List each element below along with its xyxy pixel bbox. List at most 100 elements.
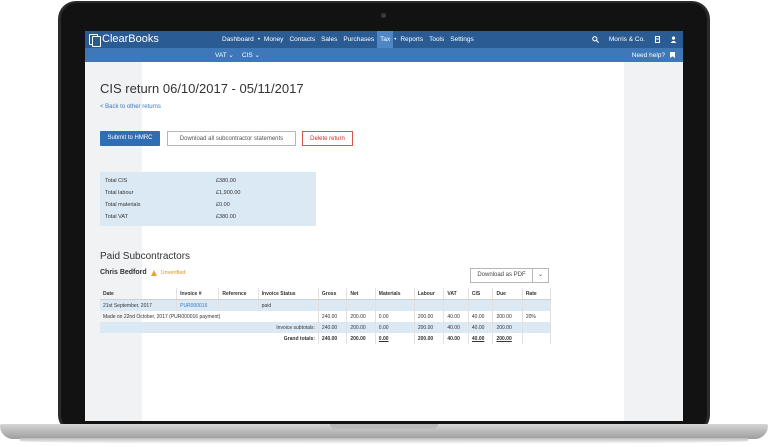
table-row: Invoice subtotals: 240.00 200.00 0.00 20… [100, 322, 552, 333]
top-nav-bar: ClearBooks Dashboard • Money Contacts Sa… [85, 31, 683, 48]
cis-cell: 40.00 [468, 311, 494, 322]
download-pdf-button[interactable]: Download as PDF ⌄ [470, 268, 549, 283]
table-cell [522, 333, 552, 344]
table-cell [522, 322, 552, 333]
table-cell [318, 299, 348, 311]
invoice-link[interactable]: PUR000016 [176, 299, 220, 311]
section-title: Paid Subcontractors [100, 251, 191, 262]
net-cell: 200.00 [346, 333, 376, 344]
nav-tax[interactable]: Tax [377, 31, 394, 48]
materials-cell: 0.00 [375, 333, 415, 344]
column-header: Due [492, 288, 523, 300]
document-icon[interactable] [655, 36, 660, 43]
sub-nav-bar: VAT ⌄ CIS ⌄ Need help? [85, 48, 683, 62]
content-panel [142, 62, 624, 421]
nav-tools[interactable]: Tools [426, 31, 447, 48]
summary-label: Total VAT [105, 214, 129, 220]
gross-cell: 240.00 [318, 322, 348, 333]
tax-subnav: VAT ⌄ CIS ⌄ [215, 48, 260, 62]
submit-to-hmrc-button[interactable]: Submit to HMRC [100, 131, 160, 146]
net-cell: 200.00 [346, 311, 376, 322]
subcontractor-table: Date Invoice # Reference Invoice Status … [100, 288, 552, 344]
delete-return-button[interactable]: Delete return [302, 131, 353, 146]
cis-cell: 40.00 [468, 333, 494, 344]
materials-cell: 0.00 [375, 322, 415, 333]
due-cell: 200.00 [492, 322, 523, 333]
subcontractor-name: Chris Bedford Unverified [100, 269, 185, 276]
logo-text: ClearBooks [102, 33, 159, 45]
labour-cell: 200.00 [414, 322, 445, 333]
subnav-cis[interactable]: CIS ⌄ [242, 51, 260, 59]
download-statements-button[interactable]: Download all subcontractor statements [167, 131, 296, 146]
back-link[interactable]: < Back to other returns [100, 104, 161, 110]
rate-cell: 20% [522, 311, 552, 322]
net-cell: 200.00 [346, 322, 376, 333]
column-header: Invoice Status [258, 288, 319, 300]
search-icon[interactable] [592, 36, 599, 43]
status-badge: Unverified [160, 269, 186, 276]
subnav-vat[interactable]: VAT ⌄ [215, 51, 234, 59]
due-cell: 200.00 [492, 311, 523, 322]
nav-reports[interactable]: Reports [397, 31, 426, 48]
due-cell: 200.00 [492, 333, 523, 344]
chevron-down-icon[interactable]: ⌄ [532, 269, 548, 282]
chevron-down-icon: ⌄ [228, 52, 234, 59]
nav-contacts[interactable]: Contacts [286, 31, 318, 48]
help-label: Need help? [631, 51, 665, 59]
user-icon[interactable] [670, 36, 677, 43]
materials-cell: 0.00 [375, 311, 415, 322]
company-name[interactable]: Morris & Co. [609, 36, 645, 43]
table-cell [346, 299, 376, 311]
invoice-date: 21st September, 2017 [100, 299, 178, 311]
payment-label: Made on 22nd October, 2017 (PUR000016 pa… [100, 311, 319, 322]
column-header: Reference [218, 288, 259, 300]
nav-purchases[interactable]: Purchases [340, 31, 377, 48]
logo-icon [89, 33, 101, 47]
grand-total-label: Grand totals: [100, 333, 319, 344]
column-header: CIS [468, 288, 494, 300]
column-header: Materials [375, 288, 415, 300]
subnav-vat-label: VAT [215, 52, 227, 59]
column-header: Gross [318, 288, 348, 300]
laptop-notch [330, 424, 438, 429]
subcontractor-name-text: Chris Bedford [100, 269, 147, 276]
nav-dashboard[interactable]: Dashboard [219, 31, 257, 48]
summary-label: Total materials [105, 202, 141, 208]
summary-label: Total labour [105, 190, 134, 196]
column-header: Date [100, 288, 178, 300]
table-row: 21st September, 2017 PUR000016 paid [100, 299, 552, 311]
invoice-reference [218, 299, 259, 311]
summary-box: Total CIS £380.00 Total labour £1,900.00… [100, 172, 316, 226]
column-header: Invoice # [176, 288, 220, 300]
app-screen: ClearBooks Dashboard • Money Contacts Sa… [85, 31, 683, 421]
nav-money[interactable]: Money [261, 31, 287, 48]
column-header: Net [346, 288, 376, 300]
table-cell [414, 299, 445, 311]
table-row: Grand totals: 240.00 200.00 0.00 200.00 … [100, 333, 552, 344]
vat-cell: 40.00 [443, 311, 469, 322]
gross-cell: 240.00 [318, 333, 348, 344]
table-cell [443, 299, 469, 311]
laptop-shadow [20, 438, 748, 444]
help-link[interactable]: Need help? [632, 48, 675, 62]
page-title: CIS return 06/10/2017 - 05/11/2017 [100, 81, 304, 96]
warning-icon [150, 269, 157, 276]
invoice-status: paid [258, 299, 319, 311]
labour-cell: 200.00 [414, 333, 445, 344]
labour-cell: 200.00 [414, 311, 445, 322]
table-cell [468, 299, 494, 311]
column-header: VAT [443, 288, 469, 300]
subtotal-label: Invoice subtotals: [100, 322, 319, 333]
main-nav: Dashboard • Money Contacts Sales Purchas… [219, 31, 477, 48]
cis-cell: 40.00 [468, 322, 494, 333]
summary-value: £0.00 [216, 202, 230, 208]
camera-icon [381, 13, 386, 18]
top-right-controls: Morris & Co. [592, 31, 677, 48]
nav-settings[interactable]: Settings [447, 31, 477, 48]
summary-label: Total CIS [105, 178, 128, 184]
nav-sales[interactable]: Sales [318, 31, 340, 48]
clearbooks-logo[interactable]: ClearBooks [89, 33, 159, 47]
summary-value: £1,900.00 [216, 190, 241, 196]
bookmark-icon [670, 52, 675, 58]
chevron-down-icon: ⌄ [254, 52, 260, 59]
